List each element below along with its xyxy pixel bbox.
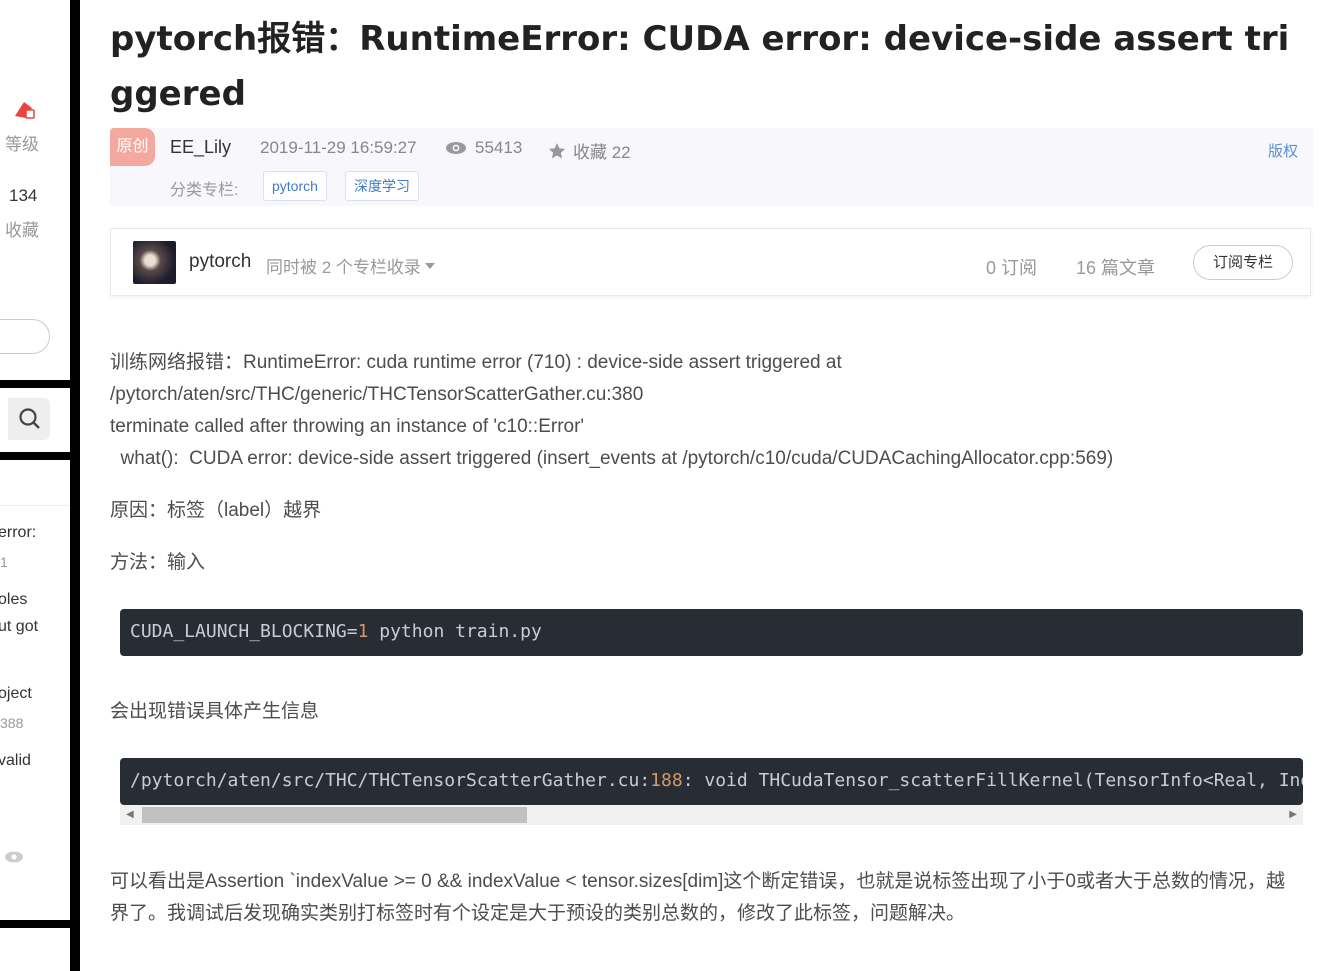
column-also-included-label: 同时被 2 个专栏收录	[266, 258, 421, 277]
search-icon	[19, 408, 40, 429]
code-text: /pytorch/aten/src/THC/THCTensorScatterGa…	[130, 770, 651, 791]
related-article-link[interactable]: oles	[0, 591, 27, 609]
sidebar-divider	[0, 505, 70, 506]
view-count-value: 55413	[475, 138, 523, 157]
sidebar-separator	[0, 920, 70, 928]
article-title: pytorch报错：RuntimeError: CUDA error: devi…	[110, 19, 1290, 114]
code-line: /pytorch/aten/src/THC/THCTensorScatterGa…	[130, 770, 1303, 791]
error-line: what(): CUDA error: device-side assert t…	[110, 448, 1114, 469]
eye-icon	[446, 142, 466, 154]
caret-down-icon	[424, 262, 435, 269]
conclusion-text: 可以看出是Assertion `indexValue >= 0 && index…	[110, 871, 1285, 924]
column-card: pytorch 同时被 2 个专栏收录 0 订阅 16 篇文章 订阅专栏	[110, 228, 1311, 296]
error-line: 训练网络报错：RuntimeError: cuda runtime error …	[110, 352, 842, 373]
sidebar-separator	[0, 452, 70, 460]
code-number: 188	[650, 770, 683, 791]
code-block-error-output[interactable]: /pytorch/aten/src/THC/THCTensorScatterGa…	[120, 758, 1303, 805]
error-line: terminate called after throwing an insta…	[110, 416, 585, 437]
tag-pytorch[interactable]: pytorch	[263, 171, 327, 201]
level-label: 等级	[5, 135, 39, 154]
code-number: 1	[357, 621, 369, 642]
column-article-count: 16 篇文章	[1076, 258, 1156, 278]
code-text: CUDA_LAUNCH_BLOCKING=	[130, 621, 358, 642]
column-name[interactable]: pytorch	[189, 251, 251, 273]
related-article-link[interactable]: valid	[0, 752, 31, 770]
code-horizontal-scrollbar[interactable]: ◀ ▶	[120, 805, 1303, 825]
column-also-included[interactable]: 同时被 2 个专栏收录	[266, 253, 435, 278]
sidebar-separator	[0, 380, 70, 388]
related-article-link[interactable]: oject	[0, 685, 32, 703]
original-badge: 原创	[110, 128, 155, 166]
sidebar-search-button[interactable]	[8, 398, 50, 440]
code-line: CUDA_LAUNCH_BLOCKING=1 python train.py	[130, 621, 542, 642]
tag-deep-learning[interactable]: 深度学习	[345, 171, 419, 201]
related-article-link[interactable]: error:	[0, 524, 36, 542]
article-meta: 原创 EE_Lily 2019-11-29 16:59:27 55413 收藏 …	[110, 128, 1313, 206]
level-icon	[12, 98, 36, 122]
favorite-label: 收藏 22	[573, 143, 631, 162]
code-block-command[interactable]: CUDA_LAUNCH_BLOCKING=1 python train.py	[120, 609, 1303, 656]
copyright-link[interactable]: 版权	[1268, 140, 1298, 161]
info-text: 会出现错误具体产生信息	[110, 701, 320, 722]
eye-icon	[4, 850, 24, 869]
sidebar-search-input[interactable]	[0, 319, 50, 354]
error-line: /pytorch/aten/src/THC/generic/THCTensorS…	[110, 384, 644, 405]
left-sidebar: 等级 134 收藏 error: 1 oles ut got oject 388…	[0, 0, 70, 971]
subscribe-column-button[interactable]: 订阅专栏	[1193, 245, 1293, 280]
publish-date: 2019-11-29 16:59:27	[260, 138, 417, 157]
column-avatar[interactable]	[133, 241, 176, 284]
method-text: 方法：输入	[110, 552, 206, 573]
related-article-link[interactable]: ut got	[0, 618, 38, 636]
category-label: 分类专栏:	[170, 182, 239, 199]
code-text: : void THCudaTensor_scatterFillKernel(Te…	[682, 770, 1303, 791]
related-article-meta: 1	[0, 554, 8, 570]
favorite-button[interactable]: 收藏 22	[547, 138, 631, 163]
favorites-label: 收藏	[5, 221, 39, 240]
star-icon	[548, 142, 566, 158]
page-divider	[70, 0, 80, 971]
related-article-meta: 388	[0, 715, 24, 731]
scroll-left-arrow-icon[interactable]: ◀	[126, 809, 134, 820]
scroll-right-arrow-icon[interactable]: ▶	[1289, 809, 1297, 820]
code-text: python train.py	[368, 621, 542, 642]
favorites-count: 134	[9, 186, 38, 205]
reason-text: 原因：标签（label）越界	[110, 500, 322, 521]
author-link[interactable]: EE_Lily	[170, 137, 231, 158]
column-subscribers: 0 订阅	[986, 258, 1038, 278]
scroll-thumb[interactable]	[142, 807, 527, 823]
view-count: 55413	[445, 138, 522, 158]
